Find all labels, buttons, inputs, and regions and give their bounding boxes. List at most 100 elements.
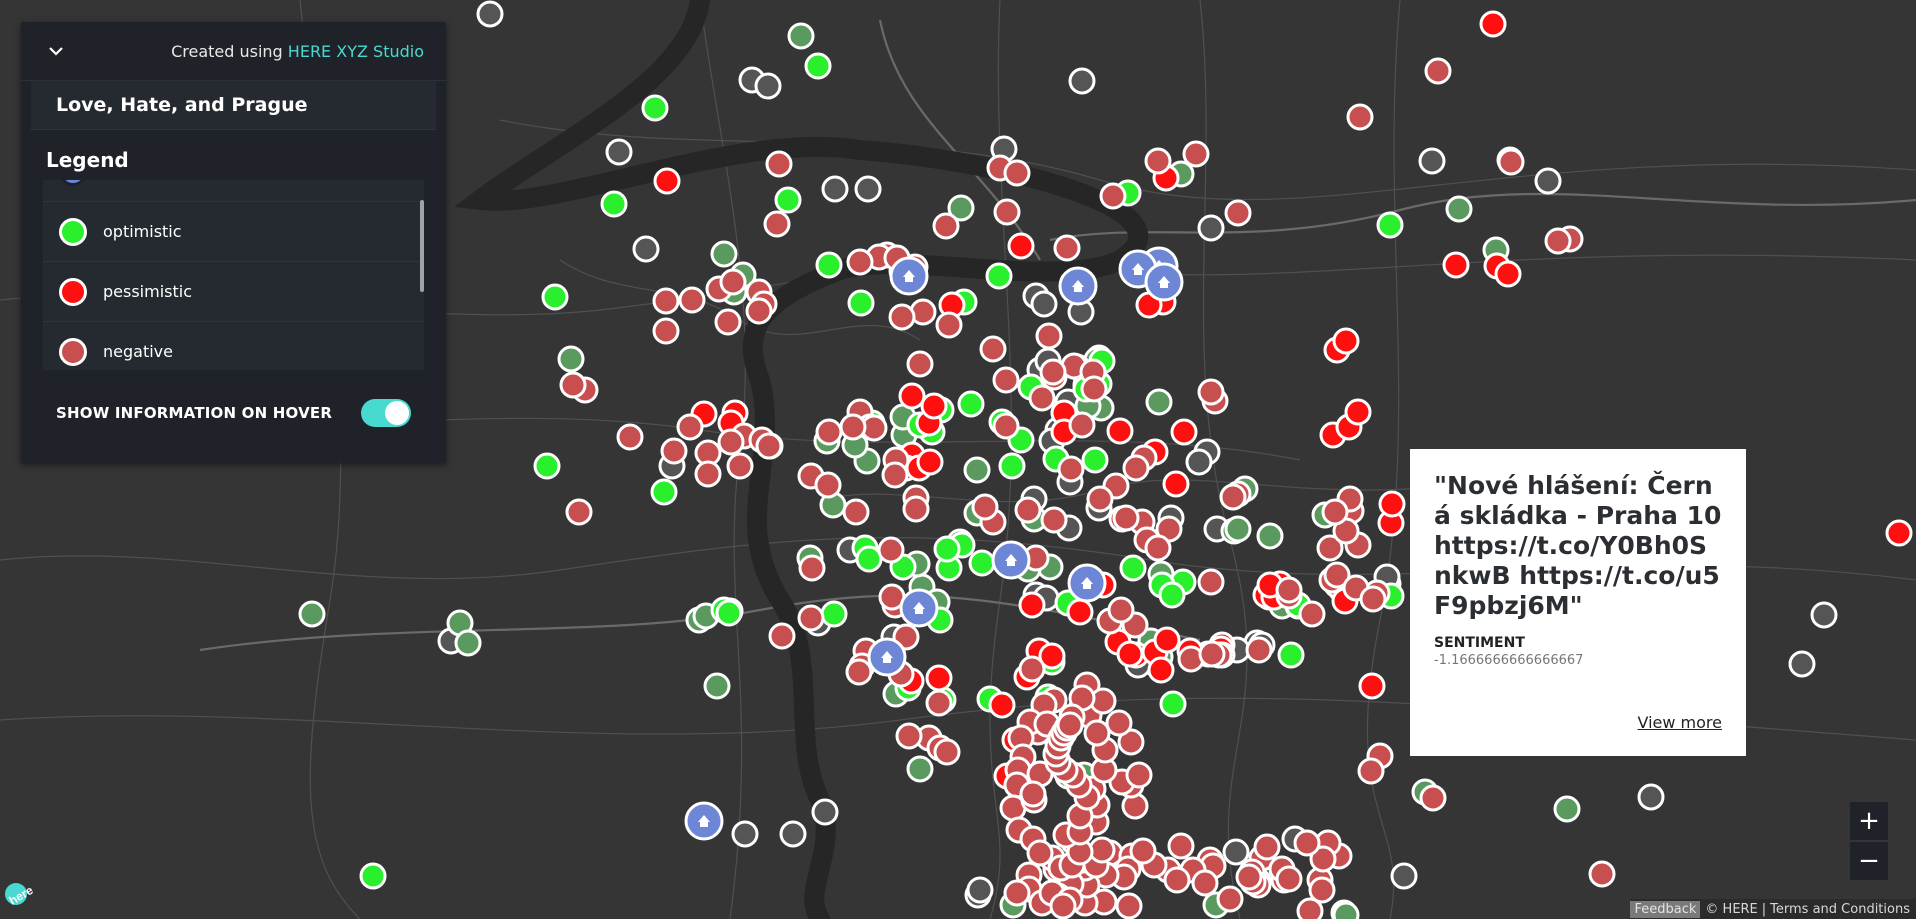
optimistic-tweet-marker[interactable] xyxy=(1158,581,1186,609)
negative-tweet-marker[interactable] xyxy=(1003,879,1031,907)
optimistic-tweet-marker[interactable] xyxy=(715,599,743,627)
negative-tweet-marker[interactable] xyxy=(717,428,745,456)
view-more-link[interactable]: View more xyxy=(1638,713,1723,732)
studio-link[interactable]: HERE XYZ Studio xyxy=(288,42,424,61)
negative-tweet-marker[interactable] xyxy=(1293,829,1321,857)
negative-tweet-marker[interactable] xyxy=(839,413,867,441)
pessimistic-tweet-marker[interactable] xyxy=(1147,656,1175,684)
negative-tweet-marker[interactable] xyxy=(1144,534,1172,562)
positive-tweet-marker[interactable] xyxy=(963,456,991,484)
positive-tweet-marker[interactable] xyxy=(454,629,482,657)
optimistic-tweet-marker[interactable] xyxy=(541,283,569,311)
negative-tweet-marker[interactable] xyxy=(616,423,644,451)
pessimistic-tweet-marker[interactable] xyxy=(1066,598,1094,626)
positive-tweet-marker[interactable] xyxy=(298,600,326,628)
negative-tweet-marker[interactable] xyxy=(714,308,742,336)
negative-tweet-marker[interactable] xyxy=(933,738,961,766)
positive-tweet-marker[interactable] xyxy=(1145,388,1173,416)
optimistic-tweet-marker[interactable] xyxy=(533,452,561,480)
neutral-tweet-marker[interactable] xyxy=(1810,601,1838,629)
optimistic-tweet-marker[interactable] xyxy=(1277,641,1305,669)
optimistic-tweet-marker[interactable] xyxy=(820,600,848,628)
optimistic-tweet-marker[interactable] xyxy=(985,262,1013,290)
negative-tweet-marker[interactable] xyxy=(1049,892,1077,919)
pessimistic-tweet-marker[interactable] xyxy=(1116,640,1144,668)
neutral-tweet-marker[interactable] xyxy=(1390,862,1418,890)
negative-tweet-marker[interactable] xyxy=(1056,711,1084,739)
pessimistic-tweet-marker[interactable] xyxy=(920,392,948,420)
negative-tweet-marker[interactable] xyxy=(652,317,680,345)
neutral-tweet-marker[interactable] xyxy=(1534,167,1562,195)
optimistic-tweet-marker[interactable] xyxy=(998,452,1026,480)
negative-tweet-marker[interactable] xyxy=(877,536,905,564)
negative-tweet-marker[interactable] xyxy=(660,437,688,465)
optimistic-tweet-marker[interactable] xyxy=(359,862,387,890)
negative-tweet-marker[interactable] xyxy=(1275,865,1303,893)
neutral-tweet-marker[interactable] xyxy=(1068,67,1096,95)
hover-info-toggle[interactable] xyxy=(361,399,411,427)
negative-tweet-marker[interactable] xyxy=(925,689,953,717)
negative-tweet-marker[interactable] xyxy=(1028,384,1056,412)
negative-tweet-marker[interactable] xyxy=(845,658,873,686)
optimistic-tweet-marker[interactable] xyxy=(968,549,996,577)
neutral-tweet-marker[interactable] xyxy=(754,72,782,100)
negative-tweet-marker[interactable] xyxy=(992,366,1020,394)
neutral-tweet-marker[interactable] xyxy=(966,876,994,904)
negative-tweet-marker[interactable] xyxy=(971,493,999,521)
negative-tweet-marker[interactable] xyxy=(1197,378,1225,406)
negative-tweet-marker[interactable] xyxy=(1144,147,1172,175)
negative-tweet-marker[interactable] xyxy=(1057,455,1085,483)
negative-tweet-marker[interactable] xyxy=(798,554,826,582)
negative-tweet-marker[interactable] xyxy=(1224,199,1252,227)
optimistic-tweet-marker[interactable] xyxy=(1376,211,1404,239)
negative-tweet-marker[interactable] xyxy=(814,471,842,499)
negative-tweet-marker[interactable] xyxy=(935,311,963,339)
negative-tweet-marker[interactable] xyxy=(993,198,1021,226)
negative-tweet-marker[interactable] xyxy=(1122,454,1150,482)
negative-tweet-marker[interactable] xyxy=(1040,506,1068,534)
negative-tweet-marker[interactable] xyxy=(1216,885,1244,913)
optimistic-tweet-marker[interactable] xyxy=(847,289,875,317)
neutral-tweet-marker[interactable] xyxy=(1030,290,1058,318)
negative-tweet-marker[interactable] xyxy=(652,287,680,315)
negative-tweet-marker[interactable] xyxy=(1163,866,1191,894)
negative-tweet-marker[interactable] xyxy=(1053,234,1081,262)
neutral-tweet-marker[interactable] xyxy=(1418,147,1446,175)
negative-tweet-marker[interactable] xyxy=(1359,585,1387,613)
positive-tweet-marker[interactable] xyxy=(703,672,731,700)
legend-scrollbar[interactable] xyxy=(420,200,424,292)
zoom-in-button[interactable]: + xyxy=(1850,802,1888,840)
pessimistic-tweet-marker[interactable] xyxy=(1885,519,1913,547)
negative-tweet-marker[interactable] xyxy=(565,498,593,526)
negative-tweet-marker[interactable] xyxy=(676,413,704,441)
negative-tweet-marker[interactable] xyxy=(1191,869,1219,897)
pessimistic-tweet-marker[interactable] xyxy=(1378,490,1406,518)
pessimistic-tweet-marker[interactable] xyxy=(916,448,944,476)
negative-tweet-marker[interactable] xyxy=(1308,876,1336,904)
negative-tweet-marker[interactable] xyxy=(1035,322,1063,350)
zoom-out-button[interactable]: − xyxy=(1850,842,1888,880)
negative-tweet-marker[interactable] xyxy=(1544,227,1572,255)
negative-tweet-marker[interactable] xyxy=(1014,496,1042,524)
negative-tweet-marker[interactable] xyxy=(719,268,747,296)
negative-tweet-marker[interactable] xyxy=(1019,780,1047,808)
negative-tweet-marker[interactable] xyxy=(1099,182,1127,210)
negative-tweet-marker[interactable] xyxy=(932,212,960,240)
negative-tweet-marker[interactable] xyxy=(895,722,923,750)
pessimistic-tweet-marker[interactable] xyxy=(1442,251,1470,279)
negative-tweet-marker[interactable] xyxy=(1253,833,1281,861)
negative-tweet-marker[interactable] xyxy=(1086,485,1114,513)
neutral-tweet-marker[interactable] xyxy=(779,820,807,848)
negative-tweet-marker[interactable] xyxy=(726,452,754,480)
pessimistic-tweet-marker[interactable] xyxy=(1106,417,1134,445)
negative-tweet-marker[interactable] xyxy=(745,297,773,325)
neutral-tweet-marker[interactable] xyxy=(1637,783,1665,811)
pessimistic-tweet-marker[interactable] xyxy=(1494,260,1522,288)
neutral-tweet-marker[interactable] xyxy=(1185,448,1213,476)
negative-tweet-marker[interactable] xyxy=(1003,159,1031,187)
pessimistic-tweet-marker[interactable] xyxy=(898,382,926,410)
negative-tweet-marker[interactable] xyxy=(1083,719,1111,747)
optimistic-tweet-marker[interactable] xyxy=(650,478,678,506)
negative-tweet-marker[interactable] xyxy=(1588,860,1616,888)
negative-tweet-marker[interactable] xyxy=(1219,483,1247,511)
